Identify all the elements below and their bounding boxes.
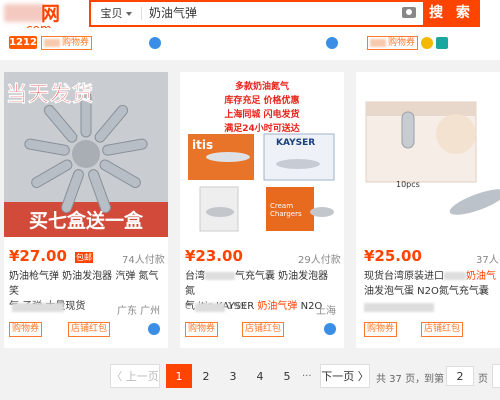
shield-icon[interactable] bbox=[149, 37, 161, 49]
ad-line: 多款奶油氮气 bbox=[234, 82, 289, 92]
sales-count: 29人付款 bbox=[298, 255, 341, 266]
ad-text: 多款奶油氮气 库存充足 价格优惠 上海同城 闪电发货 满足24小时可送达 bbox=[180, 80, 344, 136]
free-shipping-tag: 包邮 bbox=[75, 252, 93, 263]
shop-redpacket-badge[interactable]: 店铺红包 bbox=[68, 322, 111, 337]
promo-1212-tag: 1212 bbox=[9, 36, 37, 49]
coupon-badge[interactable]: 购物券 bbox=[185, 322, 219, 337]
prev-page-button[interactable]: 〈 上一页 bbox=[110, 364, 160, 388]
goto-page-input[interactable]: 2 bbox=[446, 366, 474, 386]
shop-redpacket-badge[interactable]: 店铺红包 bbox=[421, 322, 464, 337]
product-price: ¥25.00 bbox=[364, 247, 422, 265]
product-title-line: 台湾 气充气囊 奶油发泡器氮 bbox=[185, 271, 329, 297]
search-scope-label: 宝贝 bbox=[100, 7, 123, 20]
brand-kayser: KAYSER bbox=[276, 138, 316, 148]
product-title[interactable]: 现货台湾原装进口 奶油气 油发泡气蛋 N2O氮气充气囊 bbox=[364, 269, 500, 299]
goto-confirm-button[interactable] bbox=[492, 364, 500, 388]
certified-icon bbox=[436, 37, 448, 49]
product-price: ¥23.00 bbox=[185, 247, 243, 265]
banner-bottom-text: 买七盒送一盒 bbox=[28, 210, 143, 232]
blurred-text bbox=[205, 272, 235, 280]
banner-top-text: 当天发货 bbox=[6, 82, 94, 107]
blurred-text bbox=[370, 38, 386, 47]
total-pages: 共 37 页， bbox=[376, 374, 426, 385]
shop-name-blurred[interactable] bbox=[195, 303, 225, 312]
product-photo bbox=[356, 72, 500, 237]
box-label: Cream Chargers bbox=[270, 202, 302, 218]
ad-line: 满足24小时可送达 bbox=[224, 124, 300, 134]
location: 上海 bbox=[316, 306, 336, 317]
coupon-badge[interactable]: 购物券 bbox=[41, 36, 93, 50]
blurred-text bbox=[444, 272, 466, 280]
page-unit: 页 bbox=[478, 374, 488, 385]
next-page-button[interactable]: 下一页 〉 bbox=[320, 364, 370, 388]
search-button[interactable]: 搜 索 bbox=[423, 0, 480, 27]
shop-suffix: 199 bbox=[227, 301, 247, 312]
search-divider bbox=[141, 7, 142, 20]
page-button-3[interactable]: 3 bbox=[220, 364, 246, 388]
shop-redpacket-badge[interactable]: 店铺红包 bbox=[242, 322, 285, 337]
ad-line: 库存充足 价格优惠 bbox=[224, 96, 300, 106]
blurred-text bbox=[44, 38, 60, 47]
page-button-4[interactable]: 4 bbox=[247, 364, 273, 388]
shield-icon[interactable] bbox=[326, 37, 338, 49]
product-price: ¥27.00 bbox=[9, 247, 67, 265]
logo-blurred-text bbox=[4, 4, 44, 22]
coupon-badge[interactable]: 购物券 bbox=[364, 322, 398, 337]
camera-icon[interactable] bbox=[402, 7, 416, 18]
product-title-line: 油发泡气蛋 N2O氮气充气囊 bbox=[364, 286, 489, 297]
brand-itis: itis bbox=[192, 138, 214, 152]
coupon-badge[interactable]: 购物券 bbox=[367, 36, 419, 50]
smile-icon bbox=[421, 37, 433, 49]
ad-line: 上海同城 闪电发货 bbox=[224, 110, 300, 120]
product-card[interactable]: 当天发货 买七盒送一盒 ¥27.00 包邮 74人付款 奶油枪气弹 奶油发泡器 … bbox=[4, 72, 168, 348]
product-card[interactable]: 多款奶油氮气 库存充足 价格优惠 上海同城 闪电发货 满足24小时可送达 iti… bbox=[180, 72, 344, 348]
sales-count: 37人 bbox=[476, 255, 499, 266]
goto-label: 到第 bbox=[424, 374, 444, 385]
chevron-down-icon bbox=[125, 12, 132, 16]
page-button-1[interactable]: 1 bbox=[166, 364, 192, 388]
product-image[interactable]: 10pcs bbox=[356, 72, 500, 237]
product-card[interactable]: 10pcs ¥25.00 37人 现货台湾原装进口 奶油气 油发泡气蛋 N2O氮气… bbox=[356, 72, 500, 348]
pager-ellipsis: ... bbox=[302, 368, 312, 379]
shop-name-blurred[interactable] bbox=[12, 303, 64, 312]
product-image[interactable]: 多款奶油氮气 库存充足 价格优惠 上海同城 闪电发货 满足24小时可送达 iti… bbox=[180, 72, 344, 237]
location: 广东 广州 bbox=[117, 306, 161, 317]
search-input[interactable]: 奶油气弹 bbox=[149, 2, 197, 25]
shop-name-blurred[interactable] bbox=[364, 303, 434, 312]
coupon-badge[interactable]: 购物券 bbox=[9, 322, 43, 337]
search-scope-select[interactable]: 宝贝 bbox=[91, 2, 141, 25]
product-title-line: 奶油枪气弹 奶油发泡器 汽弹 氮气 笑 bbox=[9, 271, 159, 297]
box-label: 10pcs bbox=[396, 180, 420, 189]
prev-card-footer-2 bbox=[180, 28, 344, 58]
page-button-5[interactable]: 5 bbox=[274, 364, 300, 388]
shop-prefix: e bbox=[185, 301, 192, 312]
shield-icon[interactable] bbox=[148, 323, 160, 335]
search-bar: 宝贝 奶油气弹 bbox=[89, 0, 479, 27]
product-title-line: 现货台湾原装进口 奶油气 bbox=[364, 271, 496, 282]
page-button-2[interactable]: 2 bbox=[193, 364, 219, 388]
sales-count: 74人付款 bbox=[122, 255, 165, 266]
product-image[interactable]: 当天发货 买七盒送一盒 bbox=[4, 72, 168, 237]
shield-icon[interactable] bbox=[324, 323, 336, 335]
